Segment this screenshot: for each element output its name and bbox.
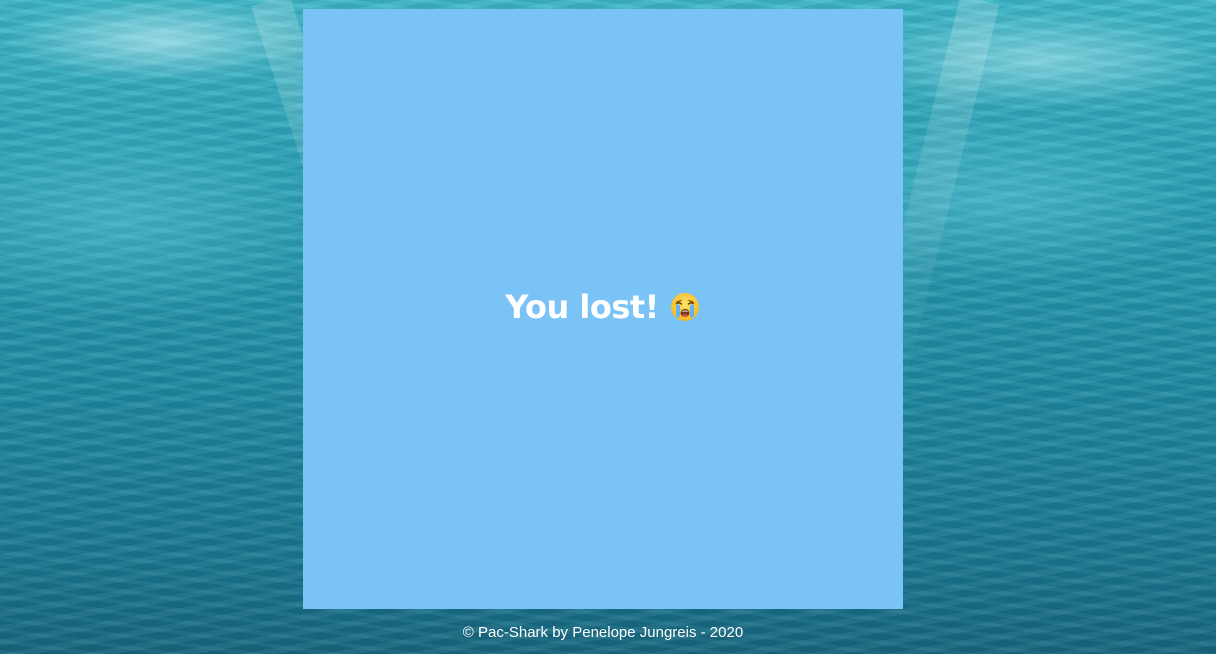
game-over-message: You lost! — [505, 288, 701, 326]
game-over-text: You lost! — [505, 288, 659, 326]
crying-face-icon — [669, 291, 701, 323]
game-board: You lost! — [303, 9, 903, 609]
footer-credit: © Pac-Shark by Penelope Jungreis - 2020 — [462, 624, 744, 641]
